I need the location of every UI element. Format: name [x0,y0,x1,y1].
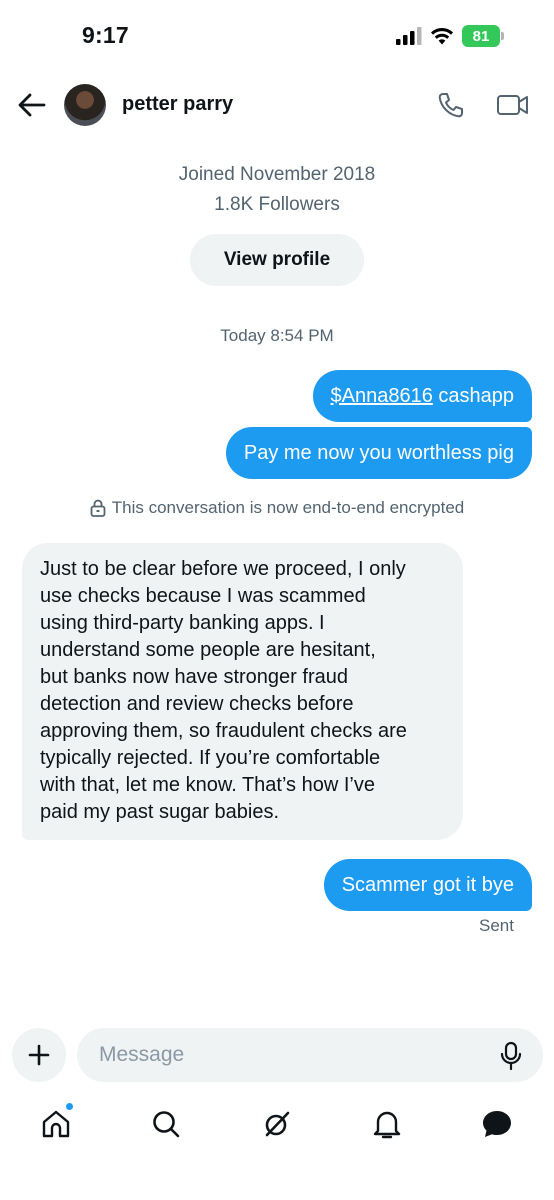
battery-indicator: 81 [462,25,504,47]
lock-icon [90,499,106,517]
encryption-notice: This conversation is now end-to-end encr… [0,498,554,518]
wifi-icon [431,28,453,45]
tab-notifications[interactable] [369,1106,405,1142]
message-line: using third-party banking apps. I [40,612,325,634]
message-line: Just to be clear before we proceed, I on… [40,558,406,580]
outgoing-message-bubble[interactable]: Scammer got it bye [323,859,532,911]
conversation-header: petter parry [0,76,554,134]
message-line: paid my past sugar babies. [40,801,280,823]
joined-date: Joined November 2018 [178,164,376,185]
tab-grok[interactable] [259,1106,295,1142]
profile-summary: Joined November 2018 1.8K Followers [0,160,554,220]
message-line: but banks now have stronger fraud [40,666,348,688]
outgoing-message-bubble[interactable]: $Anna8616 cashapp [312,370,532,422]
view-profile-button[interactable]: View profile [190,234,364,286]
followers-count: 1.8K Followers [214,194,340,215]
message-line: understand some people are hesitant, [40,639,376,661]
incoming-message-bubble[interactable]: Just to be clear before we proceed, I on… [22,543,463,840]
status-bar: 9:17 81 [0,0,554,76]
notification-dot [65,1102,74,1111]
encryption-notice-text: This conversation is now end-to-end encr… [111,498,465,517]
cashtag-link[interactable]: $Anna8616 [331,385,433,408]
tab-home[interactable] [38,1102,74,1142]
back-arrow-icon[interactable] [16,90,48,120]
message-composer [0,1026,554,1084]
outgoing-message-bubble[interactable]: Pay me now you worthless pig [225,427,532,479]
grok-icon [265,1111,290,1137]
messages-icon [483,1111,511,1137]
search-icon [153,1111,180,1138]
video-camera-icon[interactable] [496,91,530,119]
message-line: detection and review checks before [40,693,354,715]
message-input[interactable] [77,1028,543,1082]
battery-cap [501,32,504,40]
home-icon [42,1110,70,1138]
message-line: approving them, so fraudulent checks are [40,720,407,742]
phone-icon[interactable] [436,90,466,120]
status-icons: 81 [396,25,504,47]
bell-icon [373,1111,401,1139]
bottom-tab-bar [0,1096,554,1156]
add-attachment-button[interactable] [12,1028,66,1082]
message-line: with that, let me know. That’s how I’ve [40,774,375,796]
message-text: Pay me now you worthless pig [243,441,514,464]
message-line: use checks because I was scammed [40,585,366,607]
avatar[interactable] [64,84,106,126]
battery-level: 81 [462,25,500,47]
message-text: cashapp [432,384,514,407]
sent-status: Sent [479,916,514,935]
signal-icon [396,27,422,45]
plus-icon [28,1044,50,1066]
status-time: 9:17 [82,22,129,48]
tab-search[interactable] [148,1106,184,1142]
tab-messages[interactable] [479,1106,515,1142]
microphone-icon[interactable] [500,1041,522,1071]
contact-name[interactable]: petter parry [122,93,233,116]
message-line: typically rejected. If you’re comfortabl… [40,747,381,769]
message-text: Scammer got it bye [341,873,514,896]
message-timestamp: Today 8:54 PM [220,326,334,345]
